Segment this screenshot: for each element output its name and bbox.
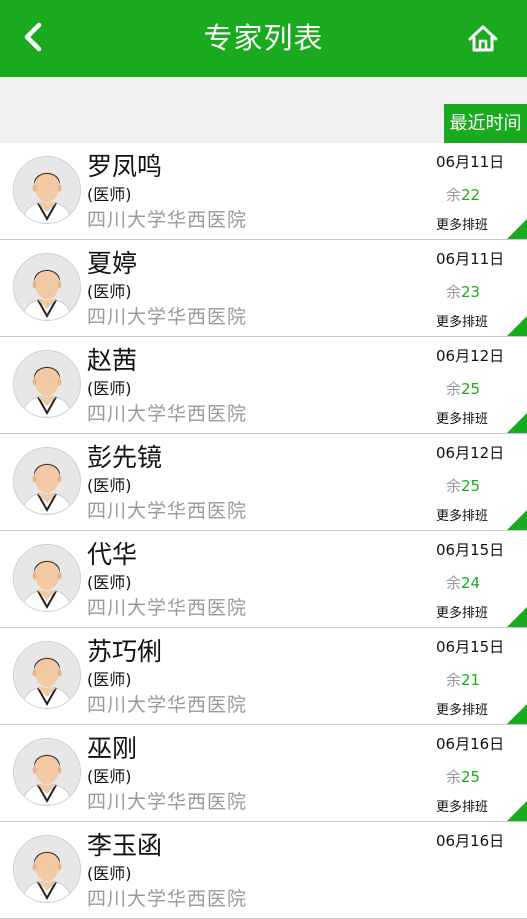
doctor-avatar-icon xyxy=(14,642,80,708)
expert-row[interactable]: 苏巧俐 (医师) 四川大学华西医院 06月15日 余21 更多排班 xyxy=(0,628,527,725)
doctor-avatar-icon xyxy=(14,351,80,417)
remaining-prefix: 余 xyxy=(446,283,462,301)
doctor-avatar-icon xyxy=(14,157,80,223)
remaining-slots: 余24 xyxy=(446,572,480,594)
back-button[interactable] xyxy=(14,18,54,58)
schedule-date: 06月16日 xyxy=(436,832,505,850)
more-schedule-link[interactable]: 更多排班 xyxy=(436,411,488,429)
more-schedule-link[interactable]: 更多排班 xyxy=(436,217,488,235)
corner-triangle-icon xyxy=(507,704,527,724)
remaining-slots: 余25 xyxy=(446,766,480,788)
remaining-prefix: 余 xyxy=(446,574,462,592)
expert-title: (医师) xyxy=(87,573,132,592)
avatar xyxy=(13,738,81,806)
schedule-date: 06月11日 xyxy=(436,153,505,171)
schedule-date: 06月16日 xyxy=(436,735,505,753)
expert-title: (医师) xyxy=(87,670,132,689)
more-schedule-link[interactable]: 更多排班 xyxy=(436,799,488,817)
corner-triangle-icon xyxy=(507,801,527,821)
remaining-count: 24 xyxy=(461,574,481,592)
avatar xyxy=(13,544,81,612)
doctor-avatar-icon xyxy=(14,545,80,611)
expert-row[interactable]: 罗凤鸣 (医师) 四川大学华西医院 06月11日 余22 更多排班 xyxy=(0,143,527,240)
expert-name: 罗凤鸣 xyxy=(87,152,163,181)
remaining-count: 25 xyxy=(461,380,481,398)
avatar xyxy=(13,447,81,515)
remaining-slots: 余23 xyxy=(446,281,480,303)
remaining-count: 23 xyxy=(461,283,481,301)
hospital-name: 四川大学华西医院 xyxy=(87,694,248,716)
avatar xyxy=(13,253,81,321)
page-title: 专家列表 xyxy=(203,21,324,55)
home-icon xyxy=(468,25,498,52)
remaining-slots: 余22 xyxy=(446,184,480,206)
doctor-avatar-icon xyxy=(14,836,80,902)
avatar xyxy=(13,350,81,418)
avatar xyxy=(13,156,81,224)
remaining-count: 25 xyxy=(461,768,481,786)
schedule-date: 06月12日 xyxy=(436,444,505,462)
expert-title: (医师) xyxy=(87,767,132,786)
avatar xyxy=(13,641,81,709)
remaining-count: 25 xyxy=(461,477,481,495)
remaining-slots: 余21 xyxy=(446,669,480,691)
remaining-prefix: 余 xyxy=(446,768,462,786)
remaining-count: 22 xyxy=(461,186,481,204)
expert-title: (医师) xyxy=(87,379,132,398)
expert-name: 苏巧俐 xyxy=(87,637,163,666)
hospital-name: 四川大学华西医院 xyxy=(87,209,248,231)
corner-triangle-icon xyxy=(507,219,527,239)
corner-triangle-icon xyxy=(507,510,527,530)
expert-row[interactable]: 李玉函 (医师) 四川大学华西医院 06月16日 xyxy=(0,822,527,919)
remaining-prefix: 余 xyxy=(446,186,462,204)
doctor-avatar-icon xyxy=(14,448,80,514)
remaining-slots: 余25 xyxy=(446,475,480,497)
more-schedule-link[interactable]: 更多排班 xyxy=(436,314,488,332)
remaining-prefix: 余 xyxy=(446,671,462,689)
expert-name: 彭先镜 xyxy=(87,443,163,472)
doctor-avatar-icon xyxy=(14,739,80,805)
chevron-left-icon xyxy=(24,22,42,52)
more-schedule-link[interactable]: 更多排班 xyxy=(436,702,488,720)
hospital-name: 四川大学华西医院 xyxy=(87,597,248,619)
remaining-prefix: 余 xyxy=(446,380,462,398)
expert-row[interactable]: 夏婷 (医师) 四川大学华西医院 06月11日 余23 更多排班 xyxy=(0,240,527,337)
schedule-date: 06月11日 xyxy=(436,250,505,268)
corner-triangle-icon xyxy=(507,316,527,336)
hospital-name: 四川大学华西医院 xyxy=(87,403,248,425)
hospital-name: 四川大学华西医院 xyxy=(87,500,248,522)
expert-title: (医师) xyxy=(87,185,132,204)
hospital-name: 四川大学华西医院 xyxy=(87,306,248,328)
doctor-avatar-icon xyxy=(14,254,80,320)
top-bar: 专家列表 xyxy=(0,0,527,77)
hospital-name: 四川大学华西医院 xyxy=(87,791,248,813)
expert-row[interactable]: 巫刚 (医师) 四川大学华西医院 06月16日 余25 更多排班 xyxy=(0,725,527,822)
hospital-name: 四川大学华西医院 xyxy=(87,888,248,910)
more-schedule-link[interactable]: 更多排班 xyxy=(436,605,488,623)
corner-triangle-icon xyxy=(507,607,527,627)
corner-triangle-icon xyxy=(507,413,527,433)
expert-title: (医师) xyxy=(87,476,132,495)
remaining-count: 21 xyxy=(461,671,481,689)
more-schedule-link[interactable]: 更多排班 xyxy=(436,508,488,526)
remaining-slots: 余25 xyxy=(446,378,480,400)
expert-list: 罗凤鸣 (医师) 四川大学华西医院 06月11日 余22 更多排班 夏婷 (医师… xyxy=(0,143,527,919)
home-button[interactable] xyxy=(464,20,502,58)
schedule-date: 06月15日 xyxy=(436,638,505,656)
expert-name: 巫刚 xyxy=(87,734,138,763)
expert-row[interactable]: 代华 (医师) 四川大学华西医院 06月15日 余24 更多排班 xyxy=(0,531,527,628)
expert-row[interactable]: 赵茜 (医师) 四川大学华西医院 06月12日 余25 更多排班 xyxy=(0,337,527,434)
expert-name: 赵茜 xyxy=(87,346,138,375)
schedule-date: 06月12日 xyxy=(436,347,505,365)
expert-title: (医师) xyxy=(87,282,132,301)
expert-title: (医师) xyxy=(87,864,132,883)
sort-latest-button[interactable]: 最近时间 xyxy=(444,104,527,143)
remaining-prefix: 余 xyxy=(446,477,462,495)
expert-name: 夏婷 xyxy=(87,249,138,278)
expert-name: 李玉函 xyxy=(87,831,163,860)
schedule-date: 06月15日 xyxy=(436,541,505,559)
expert-row[interactable]: 彭先镜 (医师) 四川大学华西医院 06月12日 余25 更多排班 xyxy=(0,434,527,531)
avatar xyxy=(13,835,81,903)
expert-name: 代华 xyxy=(87,540,138,569)
